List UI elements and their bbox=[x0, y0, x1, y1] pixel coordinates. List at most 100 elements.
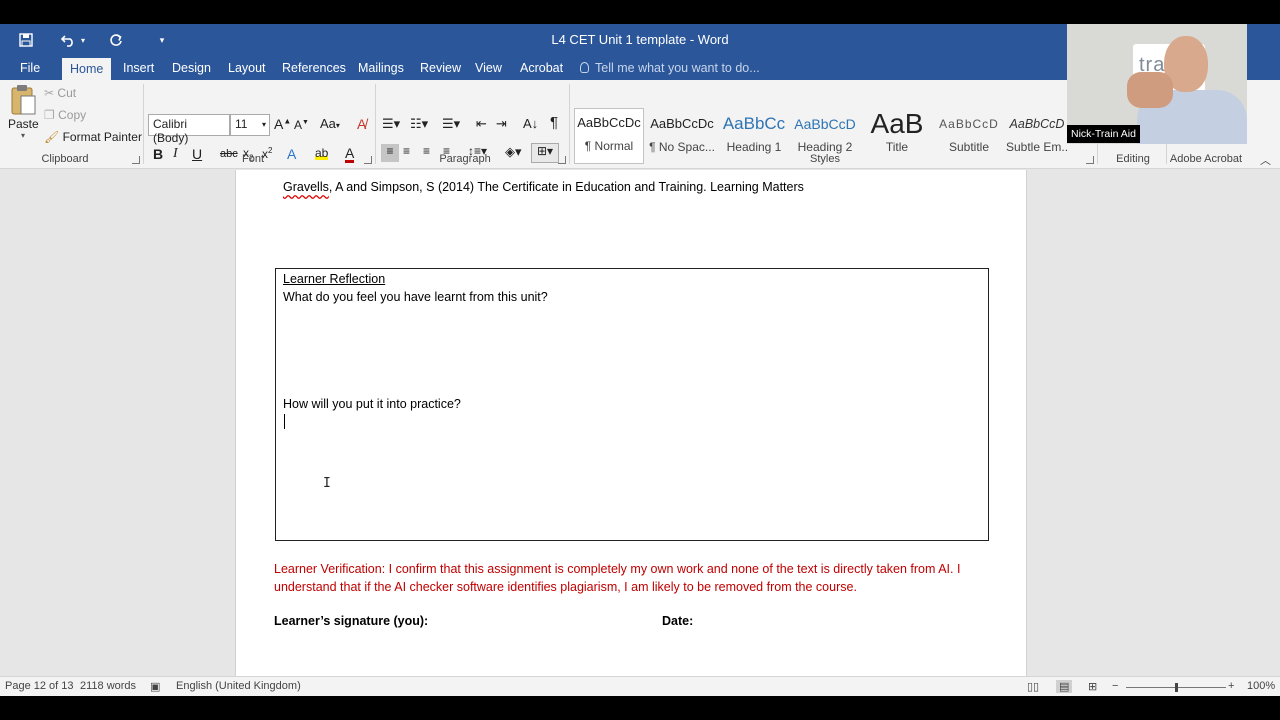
style-preview: AaBbCcD bbox=[794, 116, 856, 132]
tab-design[interactable]: Design bbox=[164, 56, 219, 80]
paste-label: Paste bbox=[8, 117, 39, 131]
format-painter-button[interactable]: 🖌 Format Painter bbox=[44, 130, 142, 144]
zoom-slider-thumb[interactable] bbox=[1175, 683, 1178, 692]
reference-line: Gravells, A and Simpson, S (2014) The Ce… bbox=[283, 180, 804, 194]
clipboard-group-label: Clipboard bbox=[41, 153, 89, 165]
paste-button[interactable]: Paste ▾ bbox=[8, 84, 39, 150]
change-case-icon[interactable]: Aa▾ bbox=[320, 116, 340, 131]
font-family-select[interactable]: Calibri (Body) bbox=[148, 114, 230, 145]
tell-me-box[interactable]: Tell me what you want to do... bbox=[580, 56, 760, 80]
group-divider bbox=[143, 84, 144, 164]
clear-formatting-icon[interactable]: A̸ bbox=[357, 116, 366, 132]
page-count[interactable]: Page 12 of 13 bbox=[5, 680, 74, 692]
font-size-value: 11 bbox=[235, 117, 248, 131]
copy-icon: ❐ bbox=[44, 108, 55, 122]
paste-icon bbox=[11, 85, 36, 115]
tell-me-placeholder: Tell me what you want to do... bbox=[595, 61, 760, 75]
proofing-icon[interactable]: ▣ bbox=[150, 680, 160, 693]
tab-mailings[interactable]: Mailings bbox=[350, 56, 412, 80]
learner-verification: Learner Verification: I confirm that thi… bbox=[274, 562, 961, 594]
date-label: Date: bbox=[662, 614, 694, 628]
style-name: Title bbox=[885, 140, 909, 154]
tab-acrobat[interactable]: Acrobat bbox=[512, 56, 571, 80]
zoom-out-icon[interactable]: − bbox=[1112, 680, 1118, 692]
word-window: ▾ ▾ L4 CET Unit 1 template - Word File H… bbox=[0, 24, 1280, 696]
font-group-label: Font bbox=[241, 153, 264, 165]
tab-references[interactable]: References bbox=[274, 56, 354, 80]
signature-label: Learner’s signature (you): bbox=[274, 614, 429, 628]
style-preview: AaBbCcDc bbox=[650, 116, 714, 131]
style-name: Heading 2 bbox=[797, 140, 853, 154]
style-name: Subtle Em... bbox=[1006, 140, 1068, 154]
tab-layout[interactable]: Layout bbox=[220, 56, 274, 80]
tab-view[interactable]: View bbox=[467, 56, 510, 80]
styles-launcher-icon[interactable] bbox=[1086, 156, 1094, 164]
style-name: ¶ No Spac... bbox=[649, 140, 715, 154]
style-name: ¶ Normal bbox=[584, 139, 634, 153]
paste-dropdown-icon[interactable]: ▾ bbox=[8, 131, 38, 140]
styles-group-label: Styles bbox=[810, 153, 840, 165]
webcam-overlay: tra Nick-Train Aid bbox=[1067, 24, 1247, 144]
presenter-name: Nick-Train Aid bbox=[1067, 125, 1140, 143]
zoom-in-icon[interactable]: + bbox=[1228, 680, 1234, 692]
style-preview: AaBbCcDc bbox=[577, 115, 641, 130]
clipboard-launcher-icon[interactable] bbox=[132, 156, 140, 164]
adobe-acrobat-group-label[interactable]: Adobe Acrobat bbox=[1166, 153, 1246, 165]
question-practice: How will you put it into practice? bbox=[283, 397, 461, 411]
decrease-indent-icon[interactable]: ⇤ bbox=[476, 116, 487, 132]
format-painter-label: Format Painter bbox=[62, 130, 142, 144]
print-layout-icon[interactable]: ▤ bbox=[1056, 680, 1073, 693]
style-preview: AaBbCcD bbox=[939, 117, 999, 131]
style-name: Subtitle bbox=[948, 140, 990, 154]
zoom-slider[interactable] bbox=[1126, 683, 1226, 692]
i-beam-cursor-icon: I bbox=[323, 476, 331, 491]
tab-insert[interactable]: Insert bbox=[115, 56, 162, 80]
copy-button[interactable]: ❐ Copy bbox=[44, 108, 86, 122]
style-preview: AaB bbox=[870, 110, 924, 138]
zoom-level[interactable]: 100% bbox=[1247, 680, 1275, 692]
reflection-heading: Learner Reflection bbox=[283, 272, 386, 286]
language[interactable]: English (United Kingdom) bbox=[176, 680, 301, 692]
paintbrush-icon: 🖌 bbox=[44, 130, 60, 144]
style-preview: AaBbCcD bbox=[1009, 117, 1065, 131]
cut-label: Cut bbox=[57, 86, 77, 100]
tab-home[interactable]: Home bbox=[62, 58, 112, 82]
group-divider bbox=[569, 84, 570, 164]
tab-review[interactable]: Review bbox=[412, 56, 469, 80]
grow-font-icon[interactable]: A▲ bbox=[274, 116, 291, 132]
style-preview: AaBbCc bbox=[722, 114, 786, 133]
paragraph-launcher-icon[interactable] bbox=[558, 156, 566, 164]
question-learnt: What do you feel you have learnt from th… bbox=[283, 290, 548, 304]
multilevel-list-icon[interactable]: ☰▾ bbox=[442, 116, 460, 132]
reflection-table[interactable]: Learner Reflection What do you feel you … bbox=[275, 268, 989, 541]
lightbulb-icon bbox=[580, 62, 589, 73]
cut-button[interactable]: ✂ Cut bbox=[44, 86, 76, 100]
numbering-icon[interactable]: ☷▾ bbox=[410, 116, 428, 132]
reference-author: Gravells bbox=[283, 180, 329, 194]
scissors-icon: ✂ bbox=[44, 86, 55, 100]
document-area[interactable]: Gravells, A and Simpson, S (2014) The Ce… bbox=[0, 170, 1280, 678]
chevron-down-icon: ▾ bbox=[261, 120, 266, 129]
status-bar: Page 12 of 13 2118 words ▣ English (Unit… bbox=[0, 676, 1280, 696]
read-mode-icon[interactable]: ▯▯ bbox=[1027, 680, 1039, 693]
shrink-font-icon[interactable]: A▼ bbox=[294, 118, 309, 132]
web-layout-icon[interactable]: ⊞ bbox=[1088, 680, 1097, 693]
word-count[interactable]: 2118 words bbox=[80, 680, 136, 692]
font-size-select[interactable]: 11 ▾ bbox=[230, 114, 270, 136]
editing-group-label[interactable]: Editing bbox=[1100, 153, 1166, 165]
sort-icon[interactable]: A↓ bbox=[523, 116, 538, 131]
paragraph-group-label: Paragraph bbox=[439, 153, 491, 165]
group-divider bbox=[375, 84, 376, 164]
collapse-ribbon-icon[interactable]: ︿ bbox=[1260, 152, 1271, 168]
text-caret bbox=[284, 414, 285, 429]
pilcrow-icon[interactable]: ¶ bbox=[550, 114, 558, 131]
copy-label: Copy bbox=[58, 108, 87, 122]
style-name: Heading 1 bbox=[726, 140, 782, 154]
tab-file[interactable]: File bbox=[12, 56, 48, 80]
increase-indent-icon[interactable]: ⇥ bbox=[496, 116, 507, 132]
reference-text: , A and Simpson, S (2014) The Certificat… bbox=[328, 180, 804, 194]
font-launcher-icon[interactable] bbox=[364, 156, 372, 164]
presenter-hand bbox=[1127, 72, 1173, 108]
bullets-icon[interactable]: ☰▾ bbox=[382, 116, 400, 132]
document-page[interactable]: Gravells, A and Simpson, S (2014) The Ce… bbox=[235, 170, 1027, 678]
